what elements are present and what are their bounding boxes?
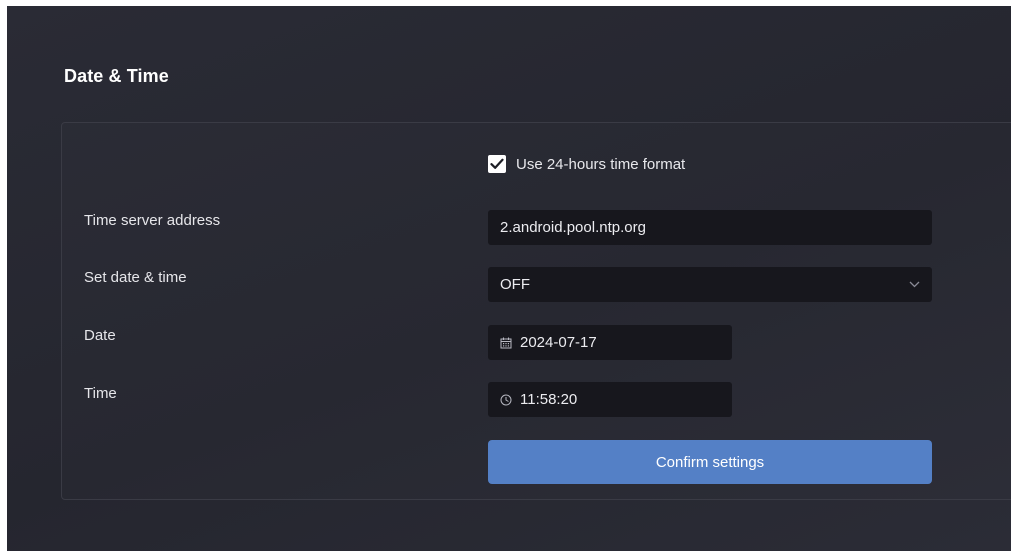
- use-24h-checkbox[interactable]: [488, 155, 506, 173]
- confirm-settings-button[interactable]: Confirm settings: [488, 440, 932, 484]
- date-time-settings-panel: Date & Time Use 24-hours time format Tim…: [7, 6, 1011, 551]
- date-label: Date: [84, 327, 116, 344]
- set-date-time-value: OFF: [500, 276, 530, 293]
- time-server-field[interactable]: [488, 210, 932, 245]
- time-label: Time: [84, 385, 117, 402]
- section-title: Date & Time: [64, 66, 169, 86]
- time-value: 11:58:20: [520, 391, 578, 408]
- date-picker[interactable]: 2024-07-17: [488, 325, 732, 360]
- set-date-time-label: Set date & time: [84, 269, 187, 286]
- time-server-input[interactable]: [488, 210, 932, 245]
- calendar-icon: [500, 337, 512, 349]
- chevron-down-icon: [909, 281, 920, 288]
- use-24h-label: Use 24-hours time format: [516, 155, 686, 173]
- checkmark-icon: [490, 158, 504, 169]
- time-picker[interactable]: 11:58:20: [488, 382, 732, 417]
- use-24h-checkbox-row[interactable]: Use 24-hours time format: [488, 153, 685, 175]
- time-server-label: Time server address: [84, 212, 221, 229]
- date-value: 2024-07-17: [520, 334, 597, 351]
- clock-icon: [500, 394, 512, 406]
- settings-card: Use 24-hours time format Time server add…: [61, 122, 1011, 500]
- set-date-time-select[interactable]: OFF: [488, 267, 932, 302]
